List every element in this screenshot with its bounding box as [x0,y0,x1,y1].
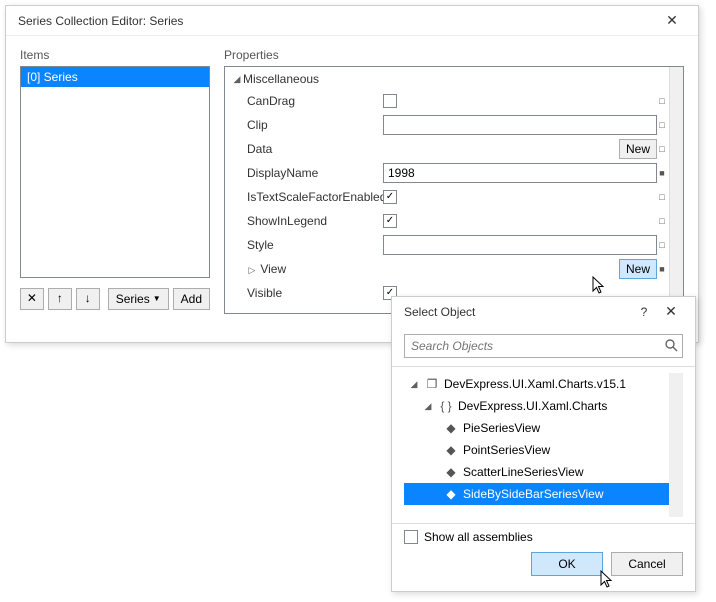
class-icon: ◆ [444,421,458,435]
dialog-title: Select Object [404,305,633,319]
items-panel: Items [0] Series ✕ ↑ ↓ Series ▼ Add [20,48,210,314]
type-dropdown-label: Series [116,289,150,309]
prop-istextscale: IsTextScaleFactorEnabled ✓ □ [227,185,667,209]
expand-icon[interactable]: ◢ [422,401,434,412]
list-item[interactable]: [0] Series [21,67,209,87]
dialog-buttons: OK Cancel [404,552,683,576]
class-icon: ◆ [444,465,458,479]
scrollbar[interactable] [669,67,683,313]
search-input[interactable] [404,334,683,358]
search-row [404,334,683,358]
close-icon[interactable]: ✕ [655,303,687,320]
items-toolbar: ✕ ↑ ↓ Series ▼ Add [20,288,210,310]
expand-icon[interactable]: ◢ [408,379,420,390]
prop-style: Style □ [227,233,667,257]
prop-displayname: DisplayName ■ [227,161,667,185]
tree-assembly[interactable]: ◢ ❐ DevExpress.UI.Xaml.Charts.v15.1 [404,373,669,395]
tree-type-selected[interactable]: ◆ SideBySideBarSeriesView [404,483,669,505]
prop-data: Data New □ [227,137,667,161]
prop-candrag: CanDrag □ [227,89,667,113]
category-label: Miscellaneous [243,72,319,86]
titlebar: Select Object ? ✕ [392,297,695,326]
tree-namespace[interactable]: ◢ { } DevExpress.UI.Xaml.Charts [404,395,669,417]
show-all-checkbox[interactable] [404,530,418,544]
show-all-row: Show all assemblies [404,530,683,544]
select-object-dialog: Select Object ? ✕ ◢ ❐ DevExpress.UI.Xaml… [391,296,696,592]
items-list[interactable]: [0] Series [20,66,210,278]
show-all-label: Show all assemblies [424,530,533,544]
items-label: Items [20,48,210,62]
view-new-button[interactable]: New [619,259,657,279]
titlebar: Series Collection Editor: Series ✕ [6,6,698,36]
style-input[interactable] [383,235,657,255]
dialog-title: Series Collection Editor: Series [18,14,183,28]
prop-view: ▷ View New ■ [227,257,667,281]
category-row[interactable]: ◢ Miscellaneous [227,69,667,89]
add-button[interactable]: Add [173,288,210,310]
help-icon[interactable]: ? [633,305,655,319]
data-new-button[interactable]: New [619,139,657,159]
class-icon: ◆ [444,487,458,501]
tree-type[interactable]: ◆ PointSeriesView [404,439,669,461]
istextscale-checkbox[interactable]: ✓ [383,190,397,204]
properties-panel: Properties ◢ Miscellaneous CanDrag □ Cli… [224,48,684,314]
delete-button[interactable]: ✕ [20,288,44,310]
type-dropdown[interactable]: Series ▼ [108,288,169,310]
object-tree: ◢ ❐ DevExpress.UI.Xaml.Charts.v15.1 ◢ { … [392,366,695,524]
expand-icon[interactable]: ▷ [247,265,257,276]
class-icon: ◆ [444,443,458,457]
property-grid: ◢ Miscellaneous CanDrag □ Clip □ [224,66,684,314]
showinlegend-checkbox[interactable]: ✓ [383,214,397,228]
clip-input[interactable] [383,115,657,135]
cancel-button[interactable]: Cancel [611,552,683,576]
move-up-button[interactable]: ↑ [48,288,72,310]
prop-clip: Clip □ [227,113,667,137]
ok-button[interactable]: OK [531,552,603,576]
close-icon[interactable]: ✕ [656,12,688,29]
series-collection-editor-dialog: Series Collection Editor: Series ✕ Items… [5,5,699,343]
namespace-icon: { } [439,399,453,413]
tree-type[interactable]: ◆ PieSeriesView [404,417,669,439]
properties-label: Properties [224,48,684,62]
tree-type[interactable]: ◆ ScatterLineSeriesView [404,461,669,483]
expand-icon[interactable]: ◢ [231,74,243,85]
search-icon[interactable] [665,339,678,355]
move-down-button[interactable]: ↓ [76,288,100,310]
candrag-checkbox[interactable] [383,94,397,108]
scrollbar[interactable] [669,373,683,517]
prop-showinlegend: ShowInLegend ✓ □ [227,209,667,233]
assembly-icon: ❐ [425,377,439,391]
displayname-input[interactable] [383,163,657,183]
chevron-down-icon: ▼ [153,289,161,309]
